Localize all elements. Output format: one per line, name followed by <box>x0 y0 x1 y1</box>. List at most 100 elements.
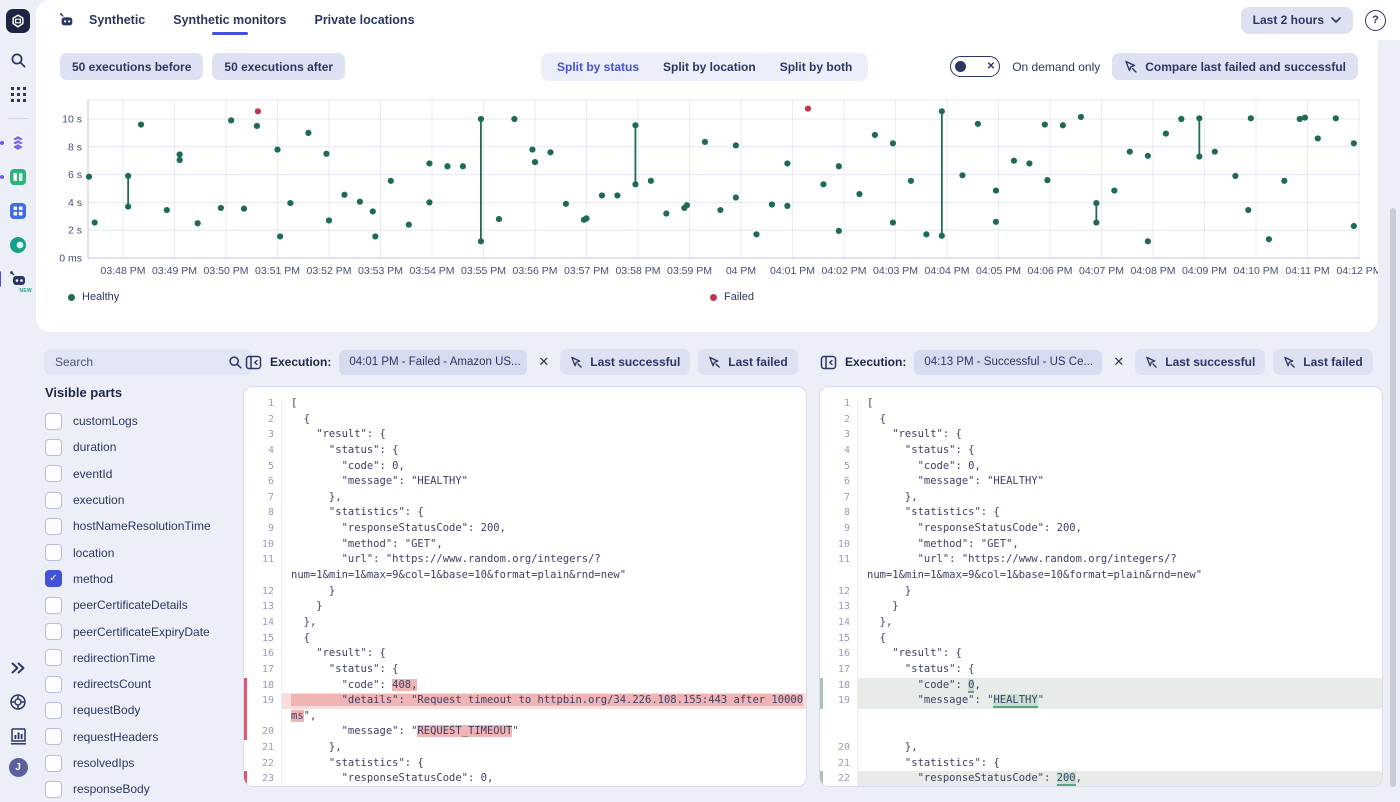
compare-button[interactable]: Compare last failed and successful <box>1112 53 1358 80</box>
right-json-diff-panel[interactable]: 1[2 {3 "result": {4 "status": {5 "code":… <box>819 386 1383 787</box>
execution-select[interactable]: 04:13 PM - Successful - US Ce... <box>914 349 1103 375</box>
split-by-both[interactable]: Split by both <box>768 55 865 79</box>
window-grid-app-icon[interactable] <box>8 201 28 221</box>
help-icon[interactable]: ? <box>1365 9 1386 31</box>
svg-text:2 s: 2 s <box>68 225 82 237</box>
last-failed-button[interactable]: Last failed <box>1273 349 1373 375</box>
visible-part-row[interactable]: execution <box>45 487 240 513</box>
layers-app-icon[interactable] <box>0 133 28 153</box>
executions-scatter-chart[interactable]: 0 ms 2 s 4 s 6 s 8 s 10 s 03:48 PM 03:49 PM 03:5… <box>36 88 1378 288</box>
visible-part-row[interactable]: requestHeaders <box>45 724 240 750</box>
visible-part-checkbox[interactable] <box>45 596 62 614</box>
lifebuoy-icon[interactable] <box>8 692 28 712</box>
legend-healthy[interactable]: Healthy <box>68 291 119 303</box>
robot-app-icon[interactable]: NEW <box>0 269 32 294</box>
code-line: 4 "status": { <box>820 442 1382 459</box>
tab-synthetic[interactable]: Synthetic <box>89 7 145 33</box>
code-line: 1[ <box>244 396 806 412</box>
visible-part-label: responseBody <box>73 782 150 797</box>
visible-part-checkbox[interactable] <box>45 438 62 456</box>
visible-part-row[interactable]: customLogs <box>45 408 240 434</box>
svg-text:04 PM: 04 PM <box>726 265 756 277</box>
collapse-panel-icon[interactable] <box>820 354 837 371</box>
search-icon <box>229 355 242 369</box>
visible-part-checkbox[interactable]: ✓ <box>45 570 62 588</box>
visible-part-checkbox[interactable] <box>45 754 62 772</box>
executions-after-button[interactable]: 50 executions after <box>212 53 346 80</box>
close-icon[interactable]: ✕ <box>535 354 552 370</box>
apps-grid-icon[interactable] <box>8 84 28 104</box>
visible-part-row[interactable]: responseBody <box>45 776 240 802</box>
user-avatar[interactable]: J <box>8 758 28 777</box>
visible-part-row[interactable]: resolvedIps <box>45 750 240 776</box>
visible-part-checkbox[interactable] <box>45 728 62 746</box>
search-input[interactable] <box>53 354 228 370</box>
visible-part-row[interactable]: redirectsCount <box>45 671 240 697</box>
visible-part-checkbox[interactable] <box>45 544 62 562</box>
tab-synthetic-monitors[interactable]: Synthetic monitors <box>173 7 286 35</box>
legend-failed[interactable]: Failed <box>710 291 754 303</box>
code-line: 13 } <box>244 599 806 615</box>
visible-part-row[interactable]: requestBody <box>45 697 240 723</box>
code-line: 10 "method": "GET", <box>820 536 1382 553</box>
visible-part-checkbox[interactable] <box>45 780 62 798</box>
visible-part-label: redirectsCount <box>73 677 152 692</box>
svg-text:03:49 PM: 03:49 PM <box>152 265 197 277</box>
executions-before-button[interactable]: 50 executions before <box>60 53 204 80</box>
visible-part-row[interactable]: redirectionTime <box>45 645 240 671</box>
svg-text:10 s: 10 s <box>62 114 82 126</box>
visible-part-row[interactable]: hostNameResolutionTime <box>45 513 240 539</box>
visible-part-row[interactable]: eventId <box>45 461 240 487</box>
sphere-app-icon[interactable] <box>8 235 28 255</box>
visible-part-row[interactable]: peerCertificateExpiryDate <box>45 618 240 644</box>
last-failed-button[interactable]: Last failed <box>698 349 798 375</box>
svg-text:03:50 PM: 03:50 PM <box>204 265 249 277</box>
visible-part-checkbox[interactable] <box>45 675 62 693</box>
logo-icon[interactable] <box>6 9 30 33</box>
close-icon[interactable]: ✕ <box>1110 354 1127 370</box>
app-rail: NEW J <box>0 0 36 787</box>
code-line: 7 }, <box>820 489 1382 506</box>
code-line: ms", <box>244 708 806 725</box>
visible-part-checkbox[interactable] <box>45 491 62 509</box>
notification-dot <box>0 141 4 145</box>
visible-part-label: redirectionTime <box>73 650 156 665</box>
svg-text:04:01 PM: 04:01 PM <box>770 265 815 277</box>
table-app-icon[interactable] <box>0 167 28 187</box>
time-range-select[interactable]: Last 2 hours <box>1240 6 1353 34</box>
code-line: 18 "code": 408, <box>244 677 806 694</box>
visible-part-checkbox[interactable] <box>45 649 62 667</box>
visible-part-row[interactable]: peerCertificateDetails <box>45 592 240 618</box>
svg-text:03:48 PM: 03:48 PM <box>101 265 146 277</box>
svg-text:04:09 PM: 04:09 PM <box>1182 265 1227 277</box>
svg-text:03:57 PM: 03:57 PM <box>564 265 609 277</box>
visible-part-checkbox[interactable] <box>45 517 62 535</box>
chart-frame-icon[interactable] <box>8 726 28 746</box>
svg-text:04:05 PM: 04:05 PM <box>976 265 1021 277</box>
visible-part-checkbox[interactable] <box>45 465 62 483</box>
left-json-diff-panel[interactable]: 1[2 {3 "result": {4 "status": {5 "code":… <box>243 386 807 787</box>
last-successful-button[interactable]: Last successful <box>560 349 691 375</box>
visible-part-row[interactable]: ✓ method <box>45 566 240 592</box>
split-by-status[interactable]: Split by status <box>545 55 651 79</box>
rail-divider <box>8 118 28 119</box>
svg-text:04:03 PM: 04:03 PM <box>873 265 918 277</box>
visible-parts-list: customLogs duration eventId execution hostNa… <box>45 408 240 802</box>
visible-part-row[interactable]: location <box>45 539 240 565</box>
search-icon[interactable] <box>8 50 28 70</box>
split-by-location[interactable]: Split by location <box>651 55 768 79</box>
visible-part-checkbox[interactable] <box>45 412 62 430</box>
page-scrollbar[interactable] <box>1390 208 1396 787</box>
double-chevron-icon[interactable] <box>8 658 28 678</box>
cursor-icon <box>1146 356 1158 368</box>
on-demand-toggle[interactable]: ✕ <box>950 56 1001 77</box>
visible-part-checkbox[interactable] <box>45 623 62 641</box>
execution-select[interactable]: 04:01 PM - Failed - Amazon US... <box>339 349 528 375</box>
collapse-panel-icon[interactable] <box>245 354 262 371</box>
visible-part-checkbox[interactable] <box>45 701 62 719</box>
visible-part-row[interactable]: duration <box>45 434 240 460</box>
code-line: 17 "status": { <box>244 661 806 678</box>
code-line: 1[ <box>820 396 1382 412</box>
last-successful-button[interactable]: Last successful <box>1135 349 1266 375</box>
tab-private-locations[interactable]: Private locations <box>314 7 414 33</box>
